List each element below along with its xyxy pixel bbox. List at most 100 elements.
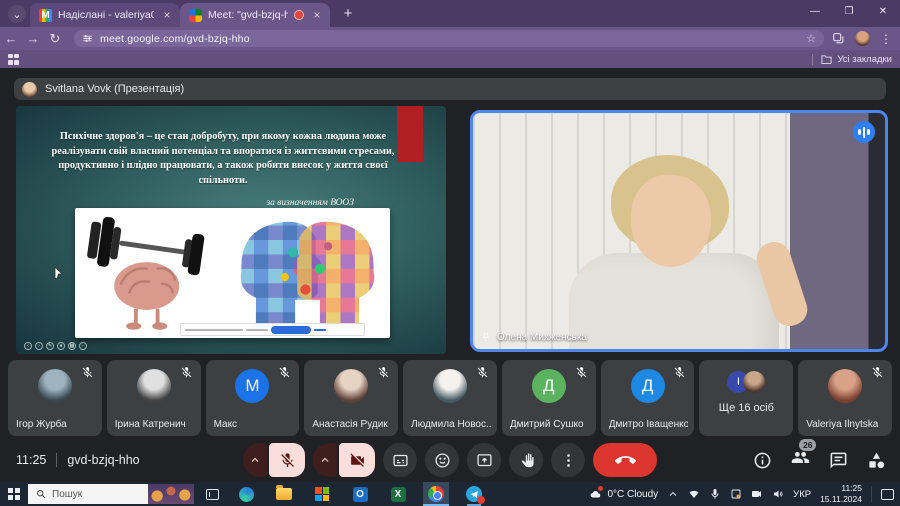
end-call-button[interactable]: [593, 443, 657, 477]
window-minimize-button[interactable]: —: [798, 0, 832, 22]
participant-tile[interactable]: Анастасія Рудик: [304, 360, 398, 436]
slide-grid-button[interactable]: ▦: [68, 342, 76, 350]
back-button[interactable]: ←: [0, 31, 22, 46]
taskbar-app-store[interactable]: [309, 482, 335, 506]
taskbar-app-explorer[interactable]: [271, 482, 297, 506]
taskbar-search-input[interactable]: Пошук: [28, 484, 194, 504]
url-text: meet.google.com/gvd-bzjq-hho: [100, 33, 799, 45]
slide-next-button[interactable]: ›: [35, 342, 43, 350]
window-maximize-button[interactable]: ❐: [832, 0, 866, 22]
raise-hand-button[interactable]: [509, 443, 543, 477]
taskbar-app-excel[interactable]: X: [385, 482, 411, 506]
present-screen-button[interactable]: [467, 443, 501, 477]
bookmark-star-icon[interactable]: ☆: [806, 32, 816, 45]
forward-button[interactable]: →: [22, 31, 44, 46]
url-bar[interactable]: meet.google.com/gvd-bzjq-hho ☆: [74, 30, 824, 47]
participant-name: Дмитрий Сушко: [510, 419, 590, 430]
camera-options-button[interactable]: [313, 443, 337, 477]
mic-off-icon: [575, 366, 588, 379]
tab-search-button[interactable]: ⌄: [8, 5, 26, 23]
presentation-slide[interactable]: Психічне здоров'я – це стан добробуту, п…: [16, 106, 446, 354]
reactions-button[interactable]: [425, 443, 459, 477]
mic-off-icon: [476, 366, 489, 379]
onedrive-tray-icon[interactable]: [730, 488, 742, 500]
participant-tile[interactable]: М Макс: [206, 360, 300, 436]
tab-groups-icon[interactable]: [832, 32, 845, 45]
participant-avatar: [433, 369, 467, 403]
window-close-button[interactable]: ✕: [866, 0, 900, 22]
mic-off-icon: [81, 366, 94, 379]
browser-titlebar: ⌄ M Надіслані - valeriya01.2005.126 × Me…: [0, 0, 900, 27]
camera-off-button[interactable]: [339, 443, 375, 477]
puzzle-heads-illustration: [225, 208, 390, 338]
weather-widget[interactable]: 0°C Cloudy: [590, 488, 658, 500]
camera-in-use-icon[interactable]: [751, 488, 763, 500]
microphone-tray-icon[interactable]: [709, 488, 721, 500]
meeting-details-icon[interactable]: [753, 451, 772, 470]
participant-tile[interactable]: Valeriya Ilnytska: [798, 360, 892, 436]
active-speaker-video[interactable]: Олена Михженська: [470, 110, 888, 352]
slide-prev-button[interactable]: ‹: [24, 342, 32, 350]
presenter-banner: Svitlana Vovk (Презентація): [14, 78, 886, 100]
slide-zoom-out-button[interactable]: −: [79, 342, 87, 350]
close-tab-icon[interactable]: ×: [160, 8, 174, 22]
slide-pen-button[interactable]: ✎: [46, 342, 54, 350]
hidden-icons-chevron[interactable]: [667, 488, 679, 500]
participant-tile[interactable]: Д Дмитрий Сушко: [502, 360, 596, 436]
close-tab-icon[interactable]: ×: [310, 8, 324, 22]
browser-menu-button[interactable]: ⋮: [880, 32, 892, 46]
mouse-cursor: [54, 266, 64, 280]
windows-logo-icon: [8, 488, 20, 500]
tab-gmail[interactable]: M Надіслані - valeriya01.2005.126 ×: [30, 3, 180, 27]
meeting-control-bar: 11:25 gvd-bzjq-hho: [0, 440, 900, 480]
new-tab-button[interactable]: +: [338, 5, 358, 22]
meet-icon: [189, 9, 202, 22]
gmail-icon: M: [39, 9, 52, 22]
participant-tile[interactable]: Д Дмитро Іващенко: [601, 360, 695, 436]
taskbar-app-chrome[interactable]: [423, 482, 449, 506]
participant-tile[interactable]: ІЩе 16 осіб: [699, 360, 793, 436]
participant-tile[interactable]: Ірина Катренич: [107, 360, 201, 436]
participant-name: Ігор Журба: [16, 419, 96, 430]
slide-highlight-button[interactable]: ●: [57, 342, 65, 350]
profile-avatar[interactable]: [855, 31, 870, 46]
presenter-name: Svitlana Vovk (Презентація): [45, 83, 184, 95]
taskbar-app-edge[interactable]: [233, 482, 259, 506]
all-bookmarks-button[interactable]: Усі закладки: [812, 54, 892, 65]
people-panel-button[interactable]: 26: [791, 448, 810, 472]
browser-toolbar: ← → ↻ meet.google.com/gvd-bzjq-hho ☆ ⋮: [0, 27, 900, 50]
participant-tile[interactable]: Ігор Журба: [8, 360, 102, 436]
volume-icon[interactable]: [772, 488, 784, 500]
language-indicator[interactable]: УКР: [793, 489, 811, 500]
divider: [871, 486, 872, 502]
slide-illustration: [75, 208, 390, 338]
search-highlight-thumbnail: [148, 484, 194, 504]
weather-label: 0°C Cloudy: [607, 489, 658, 500]
chat-panel-button[interactable]: [829, 451, 848, 470]
cookie-accept-button[interactable]: [271, 326, 311, 334]
task-view-button[interactable]: [206, 489, 219, 500]
weather-alert-dot: [598, 486, 603, 491]
start-button[interactable]: [0, 482, 28, 506]
participant-tile[interactable]: Людмила Новос...: [403, 360, 497, 436]
taskbar-clock[interactable]: 11:25 15.11.2024: [820, 483, 862, 504]
outlook-icon: O: [353, 487, 368, 502]
captions-button[interactable]: [383, 443, 417, 477]
site-info-icon[interactable]: [82, 33, 93, 44]
taskbar-app-telegram[interactable]: [461, 482, 487, 506]
tab-meet[interactable]: Meet: "gvd-bzjq-hho" ×: [180, 3, 330, 27]
participant-name: Макс: [214, 419, 294, 430]
speaker-name: Олена Михженська: [497, 332, 587, 343]
participant-name: Дмитро Іващенко: [609, 419, 689, 430]
mic-muted-button[interactable]: [269, 443, 305, 477]
more-options-button[interactable]: [551, 443, 585, 477]
mic-options-button[interactable]: [243, 443, 267, 477]
cookie-link[interactable]: [314, 329, 326, 331]
activities-button[interactable]: [867, 451, 886, 470]
reload-button[interactable]: ↻: [44, 31, 66, 47]
network-icon[interactable]: [688, 488, 700, 500]
action-center-button[interactable]: [881, 489, 894, 500]
apps-grid-icon[interactable]: [8, 54, 19, 65]
taskbar-app-outlook[interactable]: O: [347, 482, 373, 506]
screen: ⌄ M Надіслані - valeriya01.2005.126 × Me…: [0, 0, 900, 506]
